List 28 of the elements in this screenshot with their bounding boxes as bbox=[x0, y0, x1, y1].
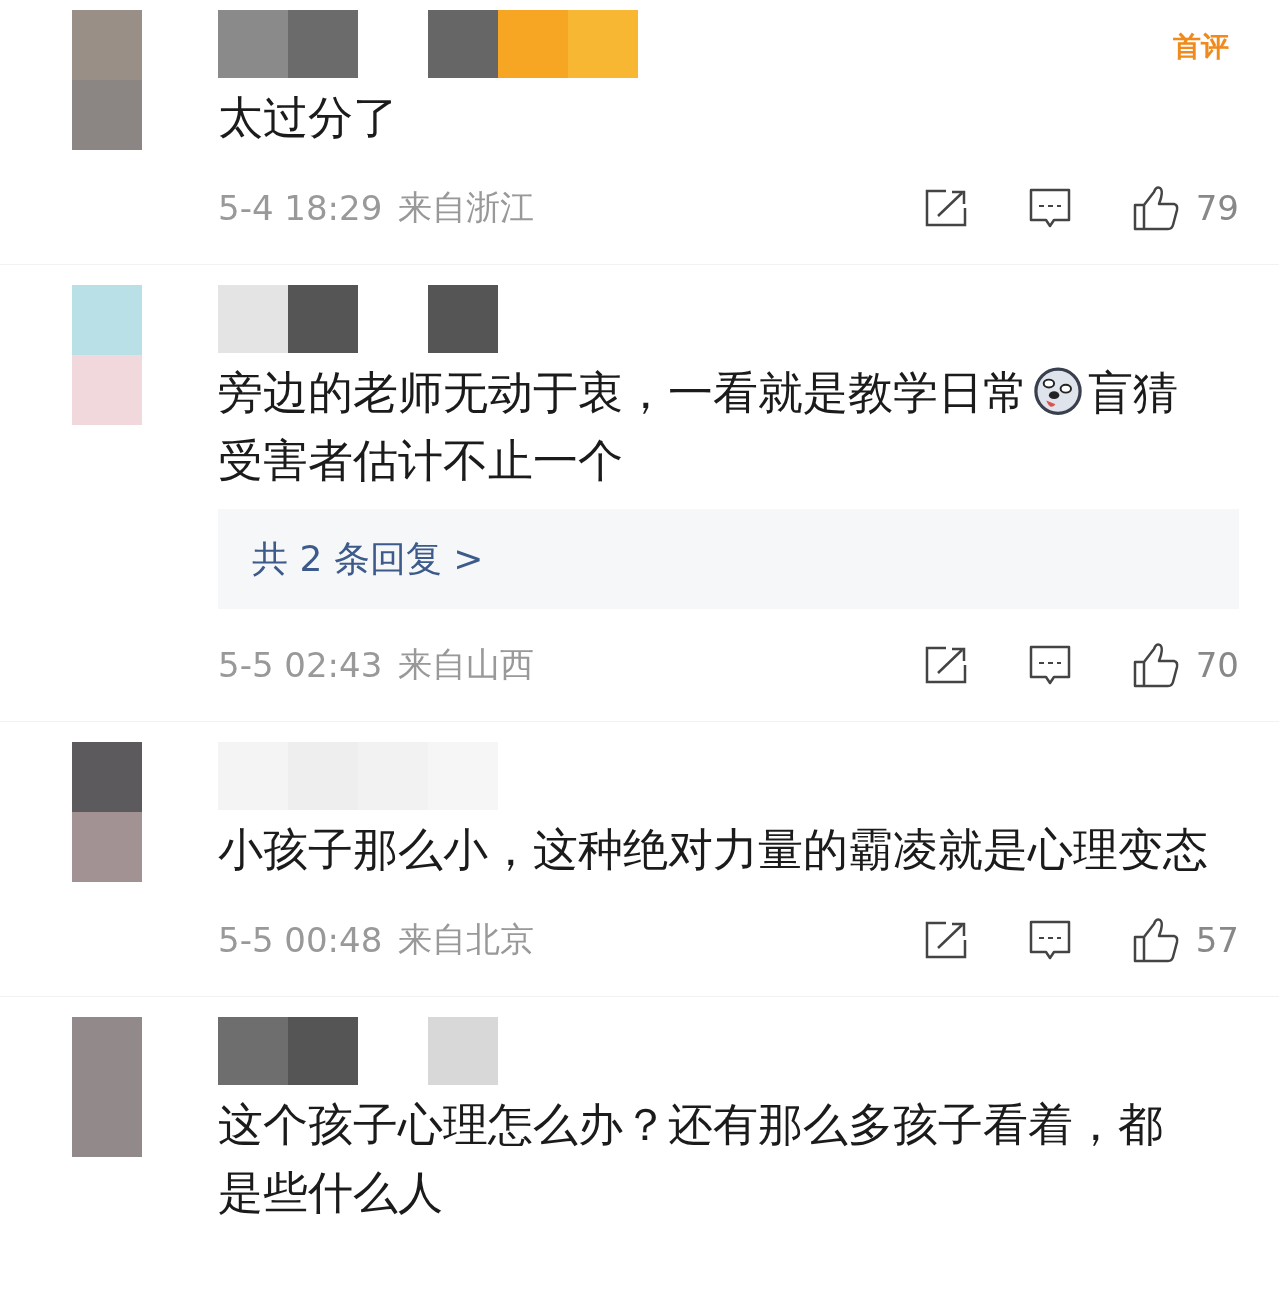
comment-text: 受害者估计不止一个 bbox=[218, 433, 623, 489]
comment-time: 5-4 18:29 bbox=[218, 188, 383, 228]
comment-text: 太过分了 bbox=[218, 90, 398, 146]
comment-text: 是些什么人 bbox=[218, 1165, 443, 1221]
thumbs-up-icon[interactable] bbox=[1131, 642, 1180, 688]
thumbs-up-icon[interactable] bbox=[1131, 917, 1180, 963]
comment-text: 态 bbox=[1163, 822, 1208, 878]
like-count: 79 bbox=[1195, 188, 1239, 228]
comment-location: 来自山西 bbox=[398, 643, 535, 686]
comment-text: 旁边的老师无动于衷，一看就是教学日常 bbox=[218, 365, 1028, 421]
share-icon[interactable] bbox=[923, 188, 968, 228]
comment-icon[interactable] bbox=[1027, 919, 1072, 961]
comment-text: 小孩子那么小，这种绝对力量的霸凌就是心理变 bbox=[218, 822, 1163, 878]
thumbs-up-icon[interactable] bbox=[1131, 185, 1180, 231]
comment-text: 盲猜 bbox=[1088, 365, 1178, 421]
share-icon[interactable] bbox=[923, 920, 968, 960]
comment-text: 这个孩子心理怎么办？还有那么多孩子看着，都 bbox=[218, 1097, 1163, 1153]
share-icon[interactable] bbox=[923, 645, 968, 685]
comment-icon[interactable] bbox=[1027, 187, 1072, 229]
comment-time: 5-5 02:43 bbox=[218, 645, 383, 685]
comment-icon[interactable] bbox=[1027, 644, 1072, 686]
like-count: 70 bbox=[1195, 645, 1239, 685]
comment-location: 来自北京 bbox=[398, 918, 535, 961]
like-count: 57 bbox=[1195, 920, 1239, 960]
replies-link[interactable]: 共 2 条回复 > bbox=[218, 509, 1239, 609]
first-comment-label: 首评 bbox=[1173, 29, 1229, 65]
comment-location: 来自浙江 bbox=[398, 186, 535, 229]
comment-time: 5-5 00:48 bbox=[218, 920, 383, 960]
